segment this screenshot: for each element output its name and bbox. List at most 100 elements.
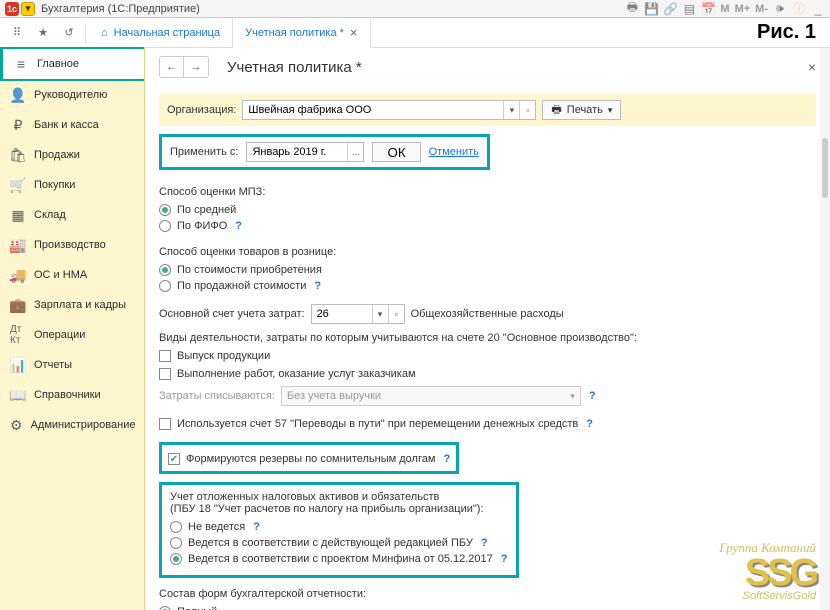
writeoff-combo: Без учета выручки ▾ bbox=[281, 386, 581, 406]
radio-report-full[interactable]: Полный bbox=[159, 604, 816, 610]
page-close-button[interactable]: × bbox=[808, 59, 816, 75]
activities-label: Виды деятельности, затраты по которым уч… bbox=[159, 332, 816, 344]
apply-label: Применить с: bbox=[170, 146, 238, 158]
open-icon[interactable]: ▫ bbox=[519, 101, 535, 119]
print-button[interactable]: 🖶 Печать ▾ bbox=[542, 100, 621, 120]
account-desc: Общехозяйственные расходы bbox=[411, 308, 564, 320]
figure-label: Рис. 1 bbox=[757, 21, 826, 44]
checkbox-icon bbox=[159, 350, 171, 362]
account-input[interactable]: ▾ ▫ bbox=[311, 304, 405, 324]
radio-icon bbox=[170, 521, 182, 533]
history-icon[interactable]: ↺ bbox=[56, 20, 82, 46]
account-row: Основной счет учета затрат: ▾ ▫ Общехозя… bbox=[159, 304, 816, 324]
help-icon[interactable]: ? bbox=[586, 418, 593, 430]
help-icon[interactable]: ? bbox=[235, 220, 242, 232]
radio-icon bbox=[159, 220, 171, 232]
calendar-icon[interactable]: 📅 bbox=[701, 2, 715, 16]
checkbox-icon bbox=[159, 368, 171, 380]
radio-icon bbox=[170, 537, 182, 549]
radio-retail-sale[interactable]: По продажной стоимости? bbox=[159, 278, 816, 294]
help-icon[interactable]: ? bbox=[589, 390, 596, 402]
link-icon[interactable]: 🔗 bbox=[663, 2, 677, 16]
org-combo[interactable]: ▾ ▫ bbox=[242, 100, 536, 120]
book-icon: 📖 bbox=[10, 387, 26, 403]
reserves-box: Формируются резервы по сомнительным долг… bbox=[159, 442, 459, 474]
dropdown-icon[interactable]: ▾ bbox=[21, 2, 35, 16]
back-button[interactable]: ← bbox=[160, 57, 184, 77]
calc-icon[interactable]: ▤ bbox=[682, 2, 696, 16]
page-header: ← → Учетная политика * × bbox=[145, 48, 830, 88]
scrollbar[interactable] bbox=[820, 48, 830, 610]
tab-accounting-policy[interactable]: Учетная политика * × bbox=[233, 18, 370, 48]
window-title: Бухгалтерия (1С:Предприятие) bbox=[41, 3, 200, 15]
check-output[interactable]: Выпуск продукции bbox=[159, 348, 816, 364]
ok-button[interactable]: ОК bbox=[372, 142, 420, 162]
radio-retail-cost[interactable]: По стоимости приобретения bbox=[159, 262, 816, 278]
chevron-down-icon: ▾ bbox=[570, 391, 575, 402]
sidebar-item-admin[interactable]: ⚙Администрирование bbox=[0, 410, 144, 440]
sidebar-item-purchases[interactable]: 🛒Покупки bbox=[0, 170, 144, 200]
sidebar-item-catalogs[interactable]: 📖Справочники bbox=[0, 380, 144, 410]
writeoff-label: Затраты списываются: bbox=[159, 390, 275, 402]
sidebar-item-salary[interactable]: 💼Зарплата и кадры bbox=[0, 290, 144, 320]
chevron-down-icon[interactable]: ▾ bbox=[503, 101, 519, 119]
help-icon[interactable]: ? bbox=[481, 537, 488, 549]
sidebar-item-sales[interactable]: 🛍Продажи bbox=[0, 140, 144, 170]
org-label: Организация: bbox=[167, 104, 236, 116]
save-icon[interactable]: 💾 bbox=[644, 2, 658, 16]
date-picker-icon[interactable]: … bbox=[347, 143, 363, 161]
radio-icon bbox=[159, 264, 171, 276]
radio-dt-none[interactable]: Не ведется? bbox=[170, 519, 508, 535]
checkbox-icon bbox=[168, 453, 180, 465]
truck-icon: 🚚 bbox=[10, 267, 26, 283]
close-icon[interactable]: × bbox=[350, 25, 358, 40]
sidebar-item-reports[interactable]: 📊Отчеты bbox=[0, 350, 144, 380]
sidebar-item-production[interactable]: 🏭Производство bbox=[0, 230, 144, 260]
check-reserves[interactable]: Формируются резервы по сомнительным долг… bbox=[168, 451, 450, 467]
radio-dt-current[interactable]: Ведется в соответствии с действующей ред… bbox=[170, 535, 508, 551]
cancel-link[interactable]: Отменить bbox=[429, 146, 479, 158]
forward-button[interactable]: → bbox=[184, 57, 208, 77]
m-plus-button[interactable]: М+ bbox=[735, 3, 751, 15]
help-icon[interactable]: ⓘ bbox=[792, 2, 806, 16]
check-works[interactable]: Выполнение работ, оказание услуг заказчи… bbox=[159, 366, 816, 382]
mpz-title: Способ оценки МПЗ: bbox=[159, 186, 816, 198]
radio-mpz-fifo[interactable]: По ФИФО? bbox=[159, 218, 816, 234]
deftax-sub: (ПБУ 18 "Учет расчетов по налогу на приб… bbox=[170, 503, 508, 515]
minimize-icon[interactable]: _ bbox=[811, 2, 825, 16]
org-row: Организация: ▾ ▫ 🖶 Печать ▾ bbox=[159, 94, 816, 126]
open-icon[interactable]: ▫ bbox=[388, 305, 404, 323]
print-icon[interactable]: 🖶 bbox=[625, 2, 639, 16]
page-title: Учетная политика * bbox=[227, 59, 362, 76]
tab-home[interactable]: ⌂ Начальная страница bbox=[89, 18, 233, 48]
sound-icon[interactable]: 🕪 bbox=[773, 2, 787, 16]
sidebar-item-operations[interactable]: Дт КтОперации bbox=[0, 320, 144, 350]
radio-icon bbox=[159, 280, 171, 292]
titlebar-icons: 1c ▾ bbox=[5, 2, 35, 16]
bag-icon: 🛍 bbox=[10, 147, 26, 163]
apply-date-input[interactable]: … bbox=[246, 142, 364, 162]
help-icon[interactable]: ? bbox=[501, 553, 508, 565]
sidebar-item-manager[interactable]: 👤Руководителю bbox=[0, 80, 144, 110]
m-button[interactable]: М bbox=[720, 3, 729, 15]
help-icon[interactable]: ? bbox=[314, 280, 321, 292]
app-icon-1c: 1c bbox=[5, 2, 19, 16]
deftax-title: Учет отложенных налоговых активов и обяз… bbox=[170, 491, 508, 503]
apply-from-box: Применить с: … ОК Отменить bbox=[159, 134, 490, 170]
star-icon[interactable]: ★ bbox=[30, 20, 56, 46]
apps-icon[interactable]: ⠿ bbox=[4, 20, 30, 46]
radio-dt-project[interactable]: Ведется в соответствии с проектом Минфин… bbox=[170, 551, 508, 567]
org-input[interactable] bbox=[243, 101, 503, 119]
sidebar-item-assets[interactable]: 🚚ОС и НМА bbox=[0, 260, 144, 290]
sidebar-item-main[interactable]: ≡Главное bbox=[0, 47, 144, 81]
sidebar-item-warehouse[interactable]: ▦Склад bbox=[0, 200, 144, 230]
radio-mpz-avg[interactable]: По средней bbox=[159, 202, 816, 218]
help-icon[interactable]: ? bbox=[443, 453, 450, 465]
scrollbar-thumb[interactable] bbox=[822, 138, 828, 198]
check-acc57[interactable]: Используется счет 57 "Переводы в пути" п… bbox=[159, 416, 816, 432]
m-minus-button[interactable]: М- bbox=[755, 3, 768, 15]
sidebar-item-bank[interactable]: ₽Банк и касса bbox=[0, 110, 144, 140]
chevron-down-icon[interactable]: ▾ bbox=[372, 305, 388, 323]
radio-icon bbox=[159, 204, 171, 216]
help-icon[interactable]: ? bbox=[253, 521, 260, 533]
